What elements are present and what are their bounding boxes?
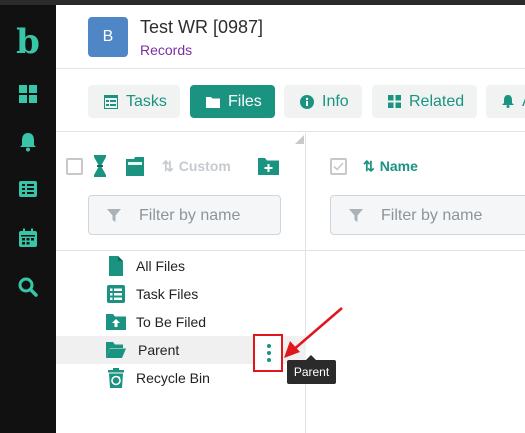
search-icon[interactable] [18, 277, 38, 297]
hourglass-icon[interactable] [94, 155, 106, 177]
tab-tasks[interactable]: Tasks [88, 85, 180, 118]
select-all-checkbox[interactable] [66, 158, 83, 175]
folder-open-icon [106, 342, 126, 358]
tab-more[interactable]: A [486, 85, 525, 118]
tab-related[interactable]: Related [372, 85, 477, 118]
kebab-dot [267, 344, 271, 348]
custom-sort-label: Custom [178, 158, 231, 174]
file-icon [109, 256, 123, 276]
archive-icon[interactable] [126, 156, 144, 176]
folder-item-to-be-filed[interactable]: To Be Filed [56, 308, 306, 336]
app-logo[interactable]: b [14, 25, 42, 59]
tab-files-label: Files [228, 92, 262, 110]
kebab-dot [267, 351, 271, 355]
info-icon [300, 94, 314, 109]
record-type-link[interactable]: Records [140, 42, 192, 58]
folder-icon [206, 96, 220, 108]
record-tabs: Tasks Files Info Related A [56, 70, 525, 132]
nav-rail: b [0, 5, 56, 433]
bell-icon [502, 95, 514, 108]
record-header: B Test WR [0987] Records [56, 5, 525, 69]
name-sort-label: Name [379, 158, 418, 174]
folder-label: Task Files [136, 286, 199, 302]
folder-options-menu-button[interactable] [253, 334, 283, 372]
sort-arrows-icon: ⇅ [363, 158, 375, 174]
record-title: Test WR [0987] [140, 17, 264, 37]
annotation-arrow [284, 307, 343, 358]
list-icon [107, 285, 125, 303]
bell-icon[interactable] [18, 132, 38, 152]
custom-sort[interactable]: ⇅ Custom [162, 158, 231, 175]
tab-files[interactable]: Files [190, 85, 275, 118]
select-all-files-checkbox[interactable] [330, 158, 347, 175]
sort-arrows-icon: ⇅ [162, 158, 174, 174]
folder-item-task-files[interactable]: Task Files [56, 280, 306, 308]
tooltip: Parent [287, 355, 336, 384]
calendar-icon[interactable] [18, 228, 38, 248]
kebab-dot [267, 358, 271, 362]
dashboard-icon[interactable] [18, 84, 38, 104]
file-toolbar: ⇅ Name Filter by name [306, 133, 525, 251]
recycle-icon [108, 368, 124, 388]
record-avatar: B [88, 17, 128, 57]
folder-label: Parent [138, 342, 180, 358]
file-panel: ⇅ Name Filter by name [306, 133, 525, 433]
folder-label: Recycle Bin [136, 370, 210, 386]
check-icon [333, 162, 344, 171]
resize-corner [295, 135, 304, 144]
tab-tasks-label: Tasks [126, 92, 167, 110]
name-sort[interactable]: ⇅ Name [363, 158, 418, 175]
folder-label: All Files [136, 258, 186, 274]
tab-related-label: Related [409, 92, 465, 110]
file-filter-placeholder: Filter by name [381, 207, 483, 224]
filter-icon [349, 209, 363, 222]
folder-label: To Be Filed [136, 314, 207, 330]
folder-item-all-files[interactable]: All Files [56, 252, 306, 280]
folder-filter-input[interactable]: Filter by name [88, 195, 281, 235]
grid-icon [388, 95, 401, 108]
folder-filter-placeholder: Filter by name [139, 207, 241, 224]
file-filter-input[interactable]: Filter by name [330, 195, 525, 235]
tab-info[interactable]: Info [284, 85, 362, 118]
add-folder-icon[interactable] [258, 157, 279, 175]
table-icon [104, 94, 118, 109]
folder-toolbar: ⇅ Custom Filter by name [56, 133, 306, 251]
tab-info-label: Info [322, 92, 349, 110]
filter-icon [107, 209, 121, 222]
list-icon[interactable] [18, 179, 38, 199]
folder-panel: ⇅ Custom Filter by name All Files Task Fi… [56, 133, 306, 433]
folder-upload-icon [106, 314, 126, 330]
